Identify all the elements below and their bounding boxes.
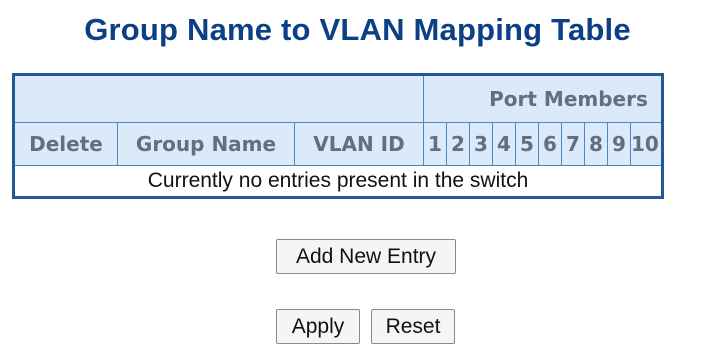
table-header-row-top: Port Members	[13, 74, 663, 123]
column-header-delete: Delete	[13, 122, 118, 166]
apply-button[interactable]: Apply	[276, 309, 360, 344]
header-spacer-cell	[13, 74, 424, 123]
column-header-vlan-id: VLAN ID	[294, 122, 424, 166]
port-header-7: 7	[561, 122, 585, 166]
port-header-9: 9	[607, 122, 631, 166]
port-header-10: 10	[630, 122, 663, 166]
port-header-5: 5	[515, 122, 539, 166]
empty-table-message: Currently no entries present in the swit…	[13, 165, 663, 198]
table-empty-row: Currently no entries present in the swit…	[13, 165, 663, 198]
port-header-8: 8	[584, 122, 608, 166]
port-header-3: 3	[469, 122, 493, 166]
add-new-entry-button[interactable]: Add New Entry	[276, 239, 456, 274]
port-header-1: 1	[423, 122, 447, 166]
page-title: Group Name to VLAN Mapping Table	[84, 12, 631, 47]
port-header-4: 4	[492, 122, 516, 166]
port-members-header: Port Members	[423, 74, 663, 123]
column-header-group-name: Group Name	[117, 122, 295, 166]
port-header-6: 6	[538, 122, 562, 166]
group-vlan-mapping-table: Port Members Delete Group Name VLAN ID 1…	[12, 73, 664, 199]
table-header-row: Delete Group Name VLAN ID 1 2 3 4 5 6 7 …	[13, 122, 663, 166]
vlan-mapping-table-container: Port Members Delete Group Name VLAN ID 1…	[12, 73, 715, 213]
reset-button[interactable]: Reset	[371, 309, 455, 344]
port-header-2: 2	[446, 122, 470, 166]
